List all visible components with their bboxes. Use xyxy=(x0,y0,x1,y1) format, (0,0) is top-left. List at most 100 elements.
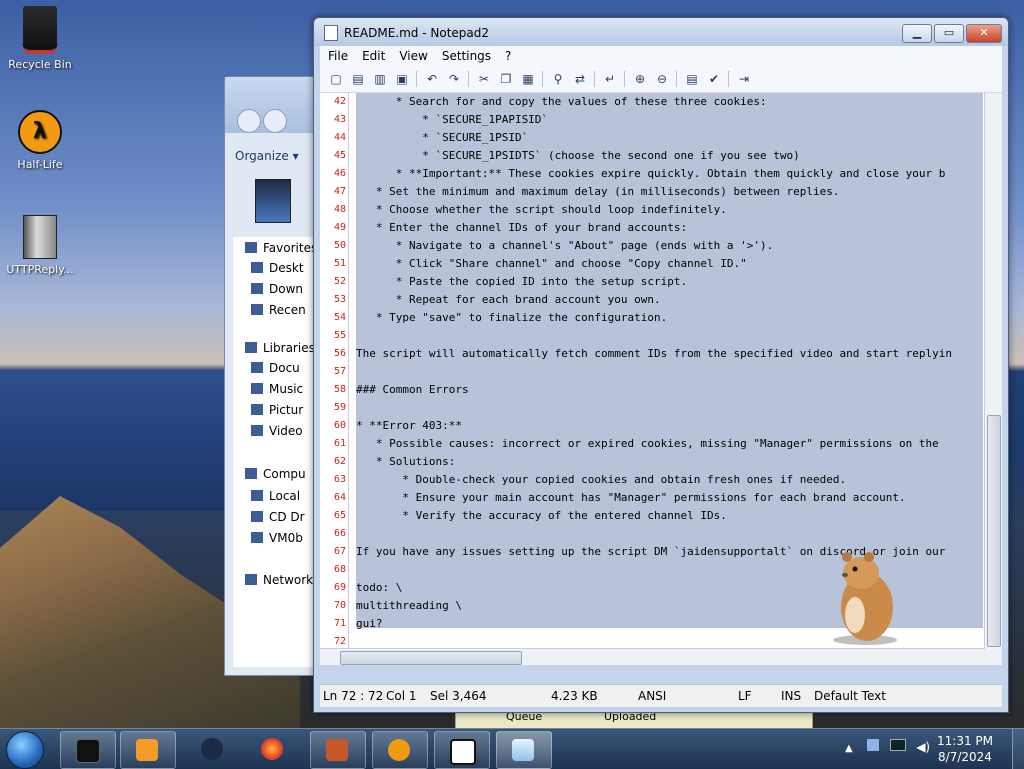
taskbar-half-life[interactable] xyxy=(372,731,428,769)
line-number: 42 xyxy=(333,96,346,107)
vertical-scroll-thumb[interactable] xyxy=(987,415,1001,647)
libraries-icon xyxy=(245,342,257,353)
code-line: * Verify the accuracy of the entered cha… xyxy=(356,509,727,522)
close-button[interactable]: ✕ xyxy=(966,24,1002,43)
zoom-in-icon[interactable]: ⊕ xyxy=(632,71,648,87)
organize-button[interactable]: Organize ▾ xyxy=(235,149,299,163)
code-line: * Click "Share channel" and choose "Copy… xyxy=(356,257,747,270)
cut-icon[interactable]: ✂ xyxy=(476,71,492,87)
taskbar-notepad2[interactable] xyxy=(496,731,552,769)
nav-network[interactable]: Network xyxy=(245,573,313,587)
taskbar-game[interactable] xyxy=(310,731,366,769)
browse-icon[interactable]: ▥ xyxy=(372,71,388,87)
cd-drive-icon xyxy=(251,511,263,522)
code-line: * **Important:** These cookies expire qu… xyxy=(356,167,946,180)
title-bar[interactable]: README.md - Notepad2 ▁ ▭ ✕ xyxy=(314,18,1008,46)
recycle-bin-icon xyxy=(23,6,57,54)
zoom-out-icon[interactable]: ⊖ xyxy=(654,71,670,87)
tray-network-icon[interactable] xyxy=(866,739,879,751)
menu-settings[interactable]: Settings xyxy=(434,46,497,63)
forward-icon[interactable] xyxy=(263,109,287,133)
line-number: 57 xyxy=(333,366,346,377)
nav-downloads[interactable]: Down xyxy=(251,282,303,296)
menu-help[interactable]: ? xyxy=(497,46,517,63)
menu-edit[interactable]: Edit xyxy=(354,46,391,63)
word-wrap-icon[interactable]: ↵ xyxy=(602,71,618,87)
status-line: Ln 72 : 72 xyxy=(323,689,384,703)
open-file-icon[interactable]: ▤ xyxy=(350,71,366,87)
nav-computer[interactable]: Compu xyxy=(245,467,306,481)
pictures-icon xyxy=(251,404,263,415)
videos-icon xyxy=(251,425,263,436)
find-icon[interactable]: ⚲ xyxy=(550,71,566,87)
status-encoding[interactable]: ANSI xyxy=(638,689,666,703)
code-line: * **Error 403:** xyxy=(356,419,462,432)
line-number: 65 xyxy=(333,510,346,521)
nav-libraries[interactable]: Libraries xyxy=(245,341,315,355)
toolbar-separator xyxy=(728,71,729,87)
sea xyxy=(0,370,240,510)
code-line: * Navigate to a channel's "About" page (… xyxy=(356,239,774,252)
nav-pictures[interactable]: Pictur xyxy=(251,403,303,417)
replace-icon[interactable]: ⇄ xyxy=(572,71,588,87)
game-icon xyxy=(326,739,348,761)
nav-cd-drive[interactable]: CD Dr xyxy=(251,510,305,524)
taskbar-7zip[interactable] xyxy=(434,731,490,769)
line-number: 48 xyxy=(333,204,346,215)
code-line: * Paste the copied ID into the setup scr… xyxy=(356,275,688,288)
menu-bar: File Edit View Settings? xyxy=(320,46,1002,66)
start-button[interactable] xyxy=(6,731,44,769)
taskbar-firefox[interactable] xyxy=(246,731,300,767)
network-icon xyxy=(245,574,257,585)
scheme-icon[interactable]: ▤ xyxy=(684,71,700,87)
nav-local-disk[interactable]: Local xyxy=(251,489,300,503)
status-mode[interactable]: INS xyxy=(781,689,801,703)
nav-favorites[interactable]: Favorites xyxy=(245,241,317,255)
code-line: The script will automatically fetch comm… xyxy=(356,347,953,360)
line-number: 69 xyxy=(333,582,346,593)
show-desktop-button[interactable] xyxy=(1012,729,1024,769)
minimize-button[interactable]: ▁ xyxy=(902,24,932,43)
vertical-scrollbar[interactable] xyxy=(984,93,1002,665)
maximize-button[interactable]: ▭ xyxy=(934,24,964,43)
nav-vm-drive[interactable]: VM0b xyxy=(251,531,303,545)
status-eol[interactable]: LF xyxy=(738,689,752,703)
customize-icon[interactable]: ✔ xyxy=(706,71,722,87)
taskbar-cmd[interactable] xyxy=(60,731,116,769)
new-file-icon[interactable]: ▢ xyxy=(328,71,344,87)
redo-icon[interactable]: ↷ xyxy=(446,71,462,87)
nav-recent[interactable]: Recen xyxy=(251,303,306,317)
line-number: 68 xyxy=(333,564,346,575)
menu-file[interactable]: File xyxy=(320,46,354,63)
desktop-icon-recycle-bin[interactable]: Recycle Bin xyxy=(0,6,80,71)
horizontal-scroll-thumb[interactable] xyxy=(340,651,522,665)
undo-icon[interactable]: ↶ xyxy=(424,71,440,87)
folder-preview-icon xyxy=(255,179,291,223)
downloads-icon xyxy=(251,283,263,294)
tray-expand-icon[interactable]: ▲ xyxy=(845,743,853,754)
taskbar-steam[interactable] xyxy=(186,731,240,767)
horizontal-scrollbar[interactable] xyxy=(320,648,985,665)
paste-icon[interactable]: ▦ xyxy=(520,71,536,87)
desktop-icon-half-life[interactable]: λ Half-Life xyxy=(0,110,80,171)
clock[interactable]: 11:31 PM 8/7/2024 xyxy=(935,733,995,765)
back-icon[interactable] xyxy=(237,109,261,133)
menu-view[interactable]: View xyxy=(391,46,433,63)
recent-icon xyxy=(251,304,263,315)
desktop-icon-uttp-reply[interactable]: UTTPReply... xyxy=(0,215,80,276)
copy-icon[interactable]: ❐ xyxy=(498,71,514,87)
line-number: 62 xyxy=(333,456,346,467)
status-size: 4.23 KB xyxy=(551,689,598,703)
nav-music[interactable]: Music xyxy=(251,382,303,396)
nav-desktop[interactable]: Deskt xyxy=(251,261,304,275)
7zip-icon xyxy=(450,739,476,765)
exit-icon[interactable]: ⇥ xyxy=(736,71,752,87)
save-icon[interactable]: ▣ xyxy=(394,71,410,87)
status-scheme[interactable]: Default Text xyxy=(814,689,886,703)
taskbar-media-player[interactable] xyxy=(120,731,176,769)
half-life-icon xyxy=(388,739,410,761)
nav-documents[interactable]: Docu xyxy=(251,361,300,375)
tray-volume-icon[interactable]: ◀) xyxy=(916,740,930,754)
nav-videos[interactable]: Video xyxy=(251,424,303,438)
tray-display-icon[interactable] xyxy=(890,739,907,751)
